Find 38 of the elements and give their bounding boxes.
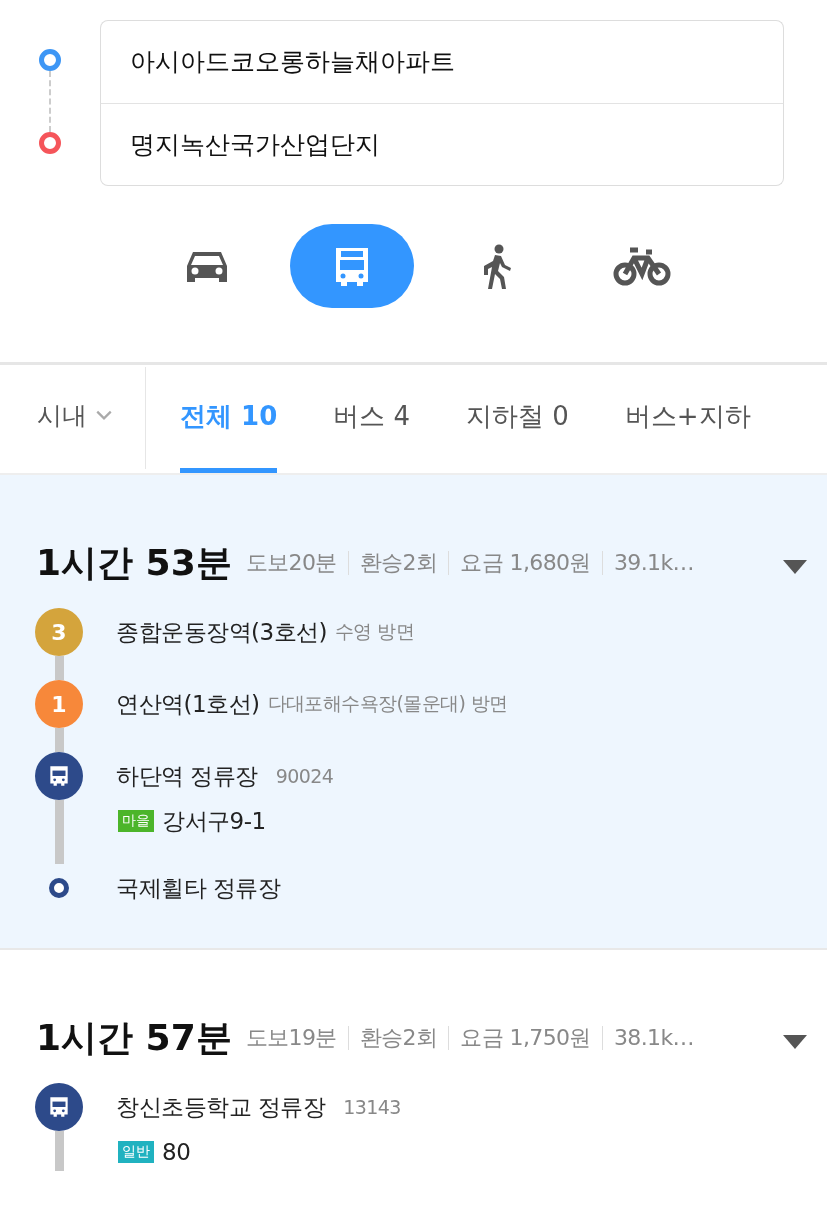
filter-tab[interactable]: 버스 4 <box>333 365 411 473</box>
route-stat: 요금 1,750원 <box>448 1026 602 1050</box>
subway-line-badge: 3 <box>35 608 83 656</box>
stop-name: 종합운동장역(3호선) <box>116 617 328 647</box>
filter-tab[interactable]: 버스+지하 <box>624 365 751 473</box>
bus-number: 강서구9-1 <box>162 806 266 836</box>
stop-name: 창신초등학교 정류장 <box>116 1092 326 1122</box>
route-stat: 도보19분 <box>245 1026 338 1050</box>
stop-name: 하단역 정류장 <box>116 761 258 791</box>
bus-type-tag: 마을 <box>118 810 154 832</box>
chevron-down-icon <box>95 409 113 421</box>
route-stat: 도보20분 <box>245 551 338 575</box>
stop-name: 국제휠타 정류장 <box>116 873 281 903</box>
stop-dot-icon <box>49 878 69 898</box>
direction-text: 수영 방면 <box>335 619 415 644</box>
route-stat: 환승2회 <box>347 1026 449 1050</box>
caret-down-icon[interactable] <box>783 560 807 574</box>
filter-tab[interactable]: 지하철 0 <box>466 365 569 473</box>
route-duration: 1시간 53분 <box>36 540 232 585</box>
subway-line-badge: 1 <box>35 680 83 728</box>
origin-marker-icon <box>39 49 61 71</box>
stop-number: 90024 <box>275 765 334 787</box>
destination-marker-icon <box>39 132 61 154</box>
bus-type-tag: 일반 <box>118 1141 154 1163</box>
region-dropdown[interactable]: 시내 <box>0 367 146 469</box>
origin-field[interactable]: 아시아드코오롱하늘채아파트 <box>100 20 784 103</box>
stop-number: 13143 <box>343 1096 401 1118</box>
direction-text: 다대포해수욕장(몰운대) 방면 <box>267 691 508 716</box>
destination-field[interactable]: 명지녹산국가산업단지 <box>100 102 784 186</box>
route-duration: 1시간 57분 <box>36 1015 232 1060</box>
route-stat: 39.1k… <box>601 551 705 575</box>
route-stat: 요금 1,680원 <box>448 551 602 575</box>
route-stat: 환승2회 <box>347 551 449 575</box>
stop-name: 연산역(1호선) <box>116 689 260 719</box>
caret-down-icon[interactable] <box>783 1035 807 1049</box>
route-stat: 38.1k… <box>601 1026 705 1050</box>
route-card[interactable]: 1시간 53분 도보20분 환승2회 요금 1,680원 39.1k… 3 종합운동장역(3호선) 수영 방면 1 연산역(1호선) 다대포해수욕장(몰운대) 방면 하단역 정류장 90024 마을 강서구9-1 국제휠타 정류장 <box>0 475 827 950</box>
bus-number: 80 <box>162 1139 191 1165</box>
